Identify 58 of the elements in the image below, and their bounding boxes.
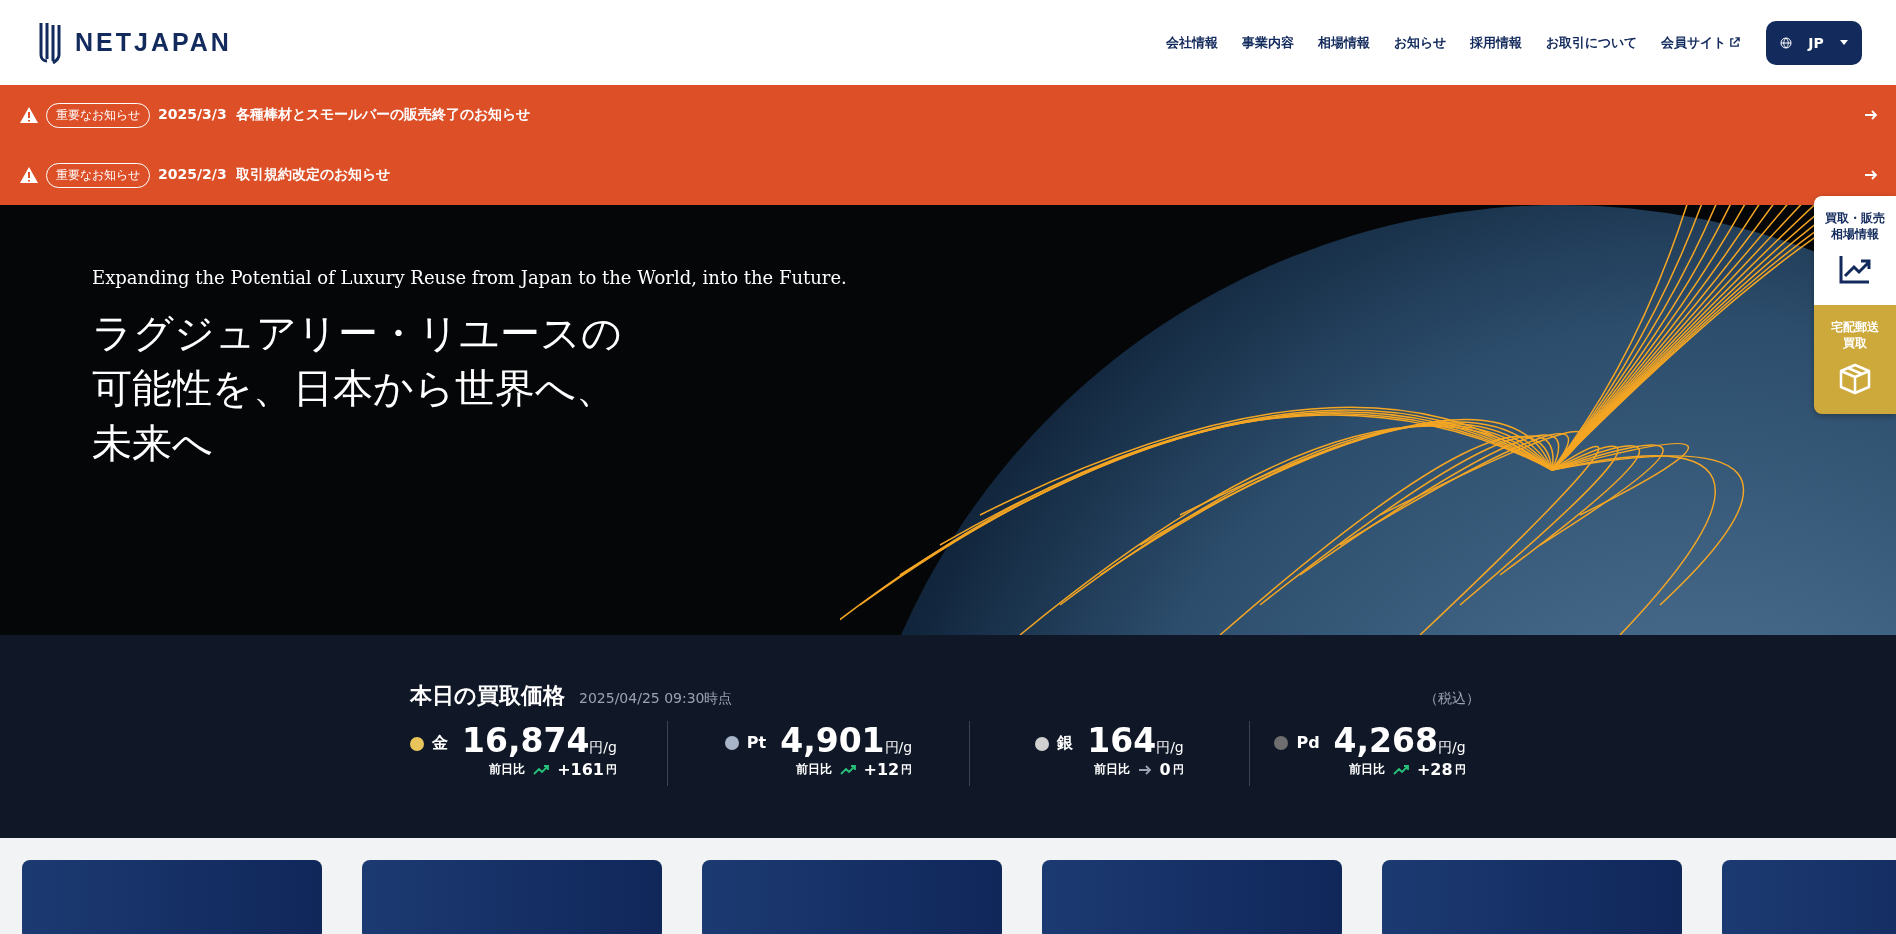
metal-name: Pd — [1296, 733, 1320, 752]
price-unit: 円/g — [1438, 739, 1466, 757]
alert-banner[interactable]: 重要なお知らせ 2025/3/3 各種棒材とスモールバーの販売終了のお知らせ — [0, 85, 1896, 145]
change-label: 前日比 — [1348, 761, 1385, 778]
card[interactable] — [1382, 860, 1682, 934]
chart-icon — [1839, 254, 1871, 284]
warning-icon — [20, 107, 38, 123]
change-unit: 円 — [1454, 762, 1466, 777]
prices-title: 本日の買取価格 — [410, 682, 565, 710]
nav-link[interactable]: 採用情報 — [1470, 33, 1522, 52]
change-value: +161 — [557, 760, 604, 779]
warning-icon — [20, 167, 38, 183]
change-label: 前日比 — [1093, 761, 1130, 778]
card[interactable] — [362, 860, 662, 934]
price-value: 4,901 — [780, 721, 885, 760]
change-label: 前日比 — [489, 761, 526, 778]
hero-subtitle: Expanding the Potential of Luxury Reuse from Japan to the World, into the Future. — [92, 267, 847, 288]
arrow-right-icon — [1864, 169, 1878, 181]
nav-link[interactable]: 会社情報 — [1166, 33, 1218, 52]
change-value: 0 — [1159, 760, 1171, 779]
hero-headline: ラグジュアリー・リユースの 可能性を、日本から世界へ、 未来へ — [92, 309, 622, 468]
nav-link[interactable]: 会員サイト — [1661, 33, 1740, 52]
change-label: 前日比 — [795, 761, 832, 778]
price-timestamp: 2025/04/25 09:30時点 — [579, 690, 733, 708]
logo-icon — [37, 20, 63, 65]
caret-icon — [1840, 40, 1848, 45]
card[interactable] — [1042, 860, 1342, 934]
nav-link[interactable]: 事業内容 — [1242, 33, 1294, 52]
nav-link[interactable]: お取引について — [1546, 33, 1637, 52]
price-unit: 円/g — [884, 739, 913, 757]
metal-name: Pt — [746, 733, 767, 752]
side-tab[interactable]: 買取・販売 相場情報 — [1814, 196, 1896, 305]
nav-link[interactable]: 相場情報 — [1318, 33, 1370, 52]
price-value: 4,268 — [1333, 721, 1438, 760]
external-link-icon — [1729, 37, 1740, 48]
alert-banner[interactable]: 重要なお知らせ 2025/2/3 取引規約改定のお知らせ — [0, 145, 1896, 205]
price-unit: 円/g — [589, 739, 617, 757]
card[interactable] — [22, 860, 322, 934]
box-icon — [1838, 363, 1872, 395]
change-unit: 円 — [1172, 762, 1184, 777]
arrow-right-icon — [1864, 109, 1878, 121]
tax-note: （税込） — [1424, 690, 1480, 708]
logo-text[interactable]: NETJAPAN — [75, 28, 232, 57]
alert-text: 2025/2/3 取引規約改定のお知らせ — [158, 166, 392, 184]
change-value: +28 — [1416, 760, 1453, 779]
change-unit: 円 — [605, 762, 617, 777]
metal-name: 銀 — [1057, 733, 1074, 754]
card[interactable] — [702, 860, 1002, 934]
nav-link[interactable]: お知らせ — [1394, 33, 1446, 52]
language-button[interactable]: JP — [1766, 20, 1862, 65]
price-value: 164 — [1087, 721, 1157, 760]
change-value: +12 — [863, 760, 900, 779]
price-unit: 円/g — [1156, 739, 1184, 757]
metal-name: 金 — [432, 733, 448, 754]
alert-text: 2025/3/3 各種棒材とスモールバーの販売終了のお知らせ — [158, 106, 532, 124]
globe-icon — [1780, 36, 1792, 49]
change-unit: 円 — [901, 762, 913, 777]
price-value: 16,874 — [462, 721, 590, 760]
